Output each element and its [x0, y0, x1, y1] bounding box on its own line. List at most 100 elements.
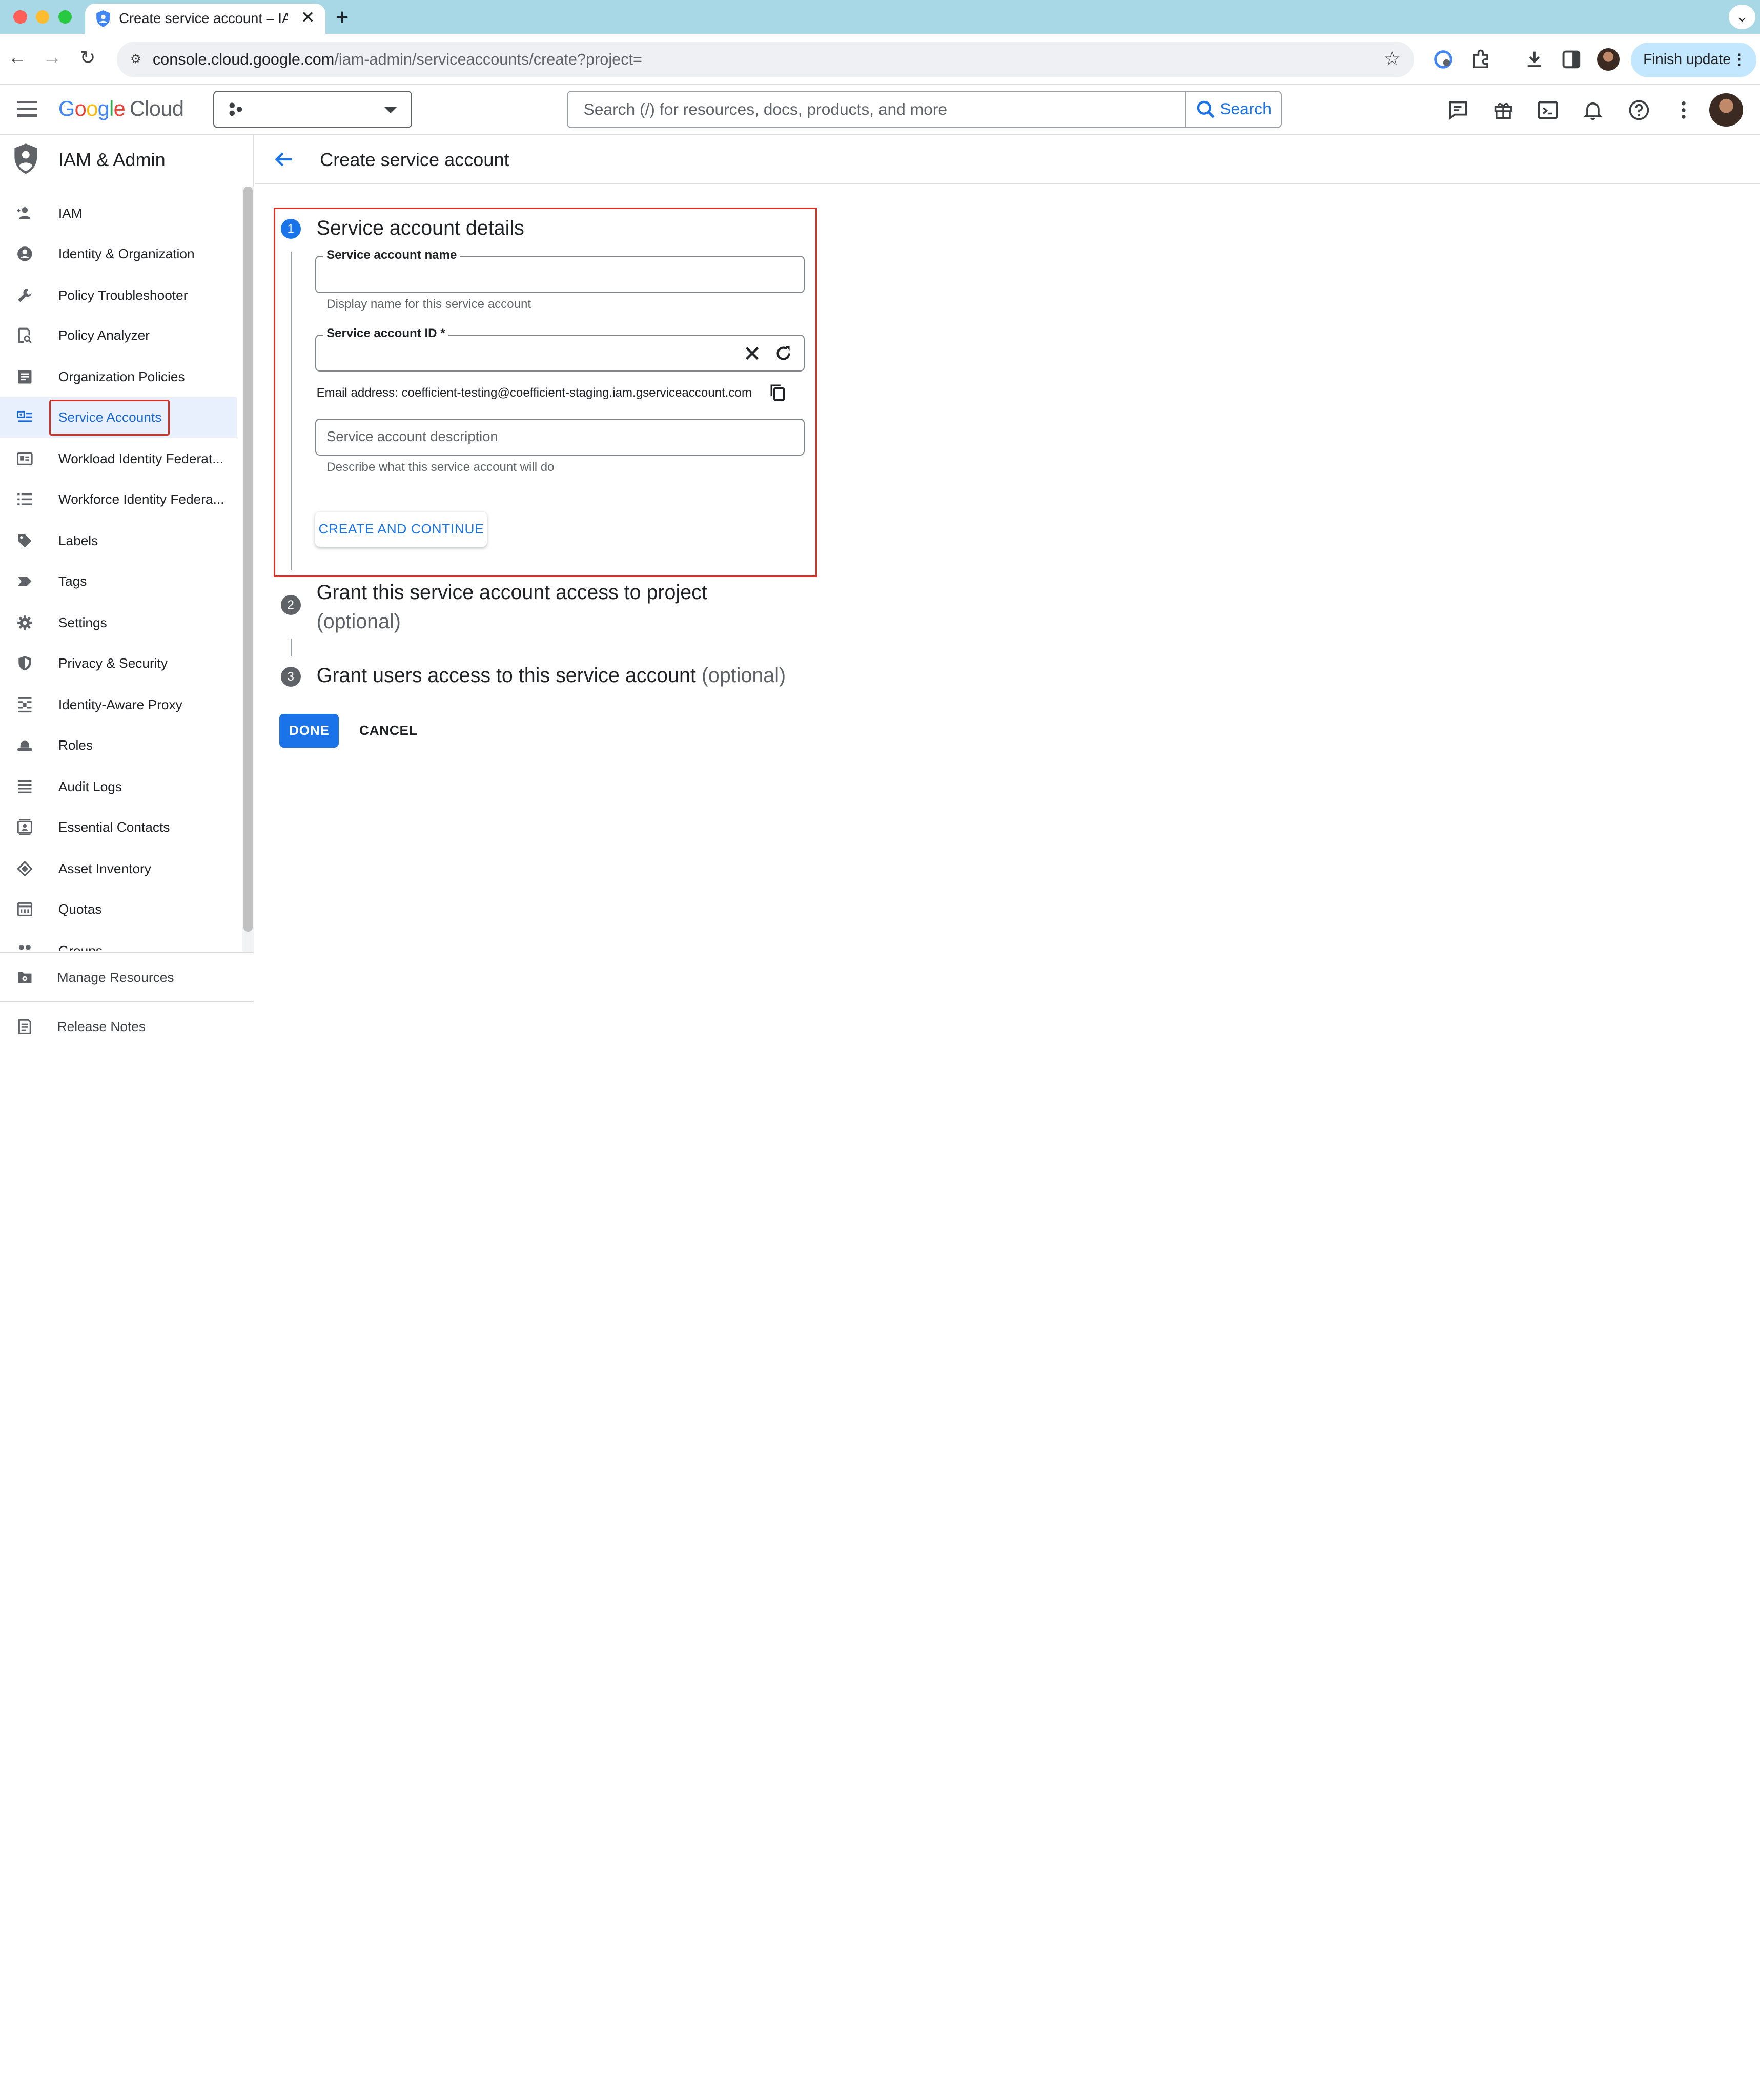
step-1-title: Service account details — [316, 216, 524, 239]
back-arrow-icon[interactable] — [273, 148, 295, 171]
step-3-title[interactable]: Grant users access to this service accou… — [317, 664, 786, 687]
search-button[interactable]: Search — [1185, 91, 1282, 128]
sidebar-item-label: Workload Identity Federat... — [58, 451, 224, 467]
tab-search-icon[interactable]: ⌄ — [1728, 4, 1756, 29]
sidebar-footer-release-notes[interactable]: Release Notes — [0, 1001, 254, 1051]
minimize-window-button[interactable] — [36, 10, 50, 24]
refresh-icon[interactable] — [774, 344, 792, 362]
sidebar-item-groups[interactable]: Groups — [0, 931, 237, 951]
groups-icon — [18, 944, 31, 950]
sidebar-item-label: Audit Logs — [58, 778, 122, 794]
sidebar-item-tags[interactable]: Tags — [0, 561, 237, 602]
close-window-button[interactable] — [13, 10, 27, 24]
service-accounts-highlight — [49, 399, 170, 436]
service-account-description-input[interactable] — [326, 428, 731, 445]
sidebar-item-privacy-security[interactable]: Privacy & Security — [0, 643, 237, 684]
service-account-name-field[interactable]: Service account name — [315, 248, 805, 293]
sidebar-item-policy-troubleshooter[interactable]: Policy Troubleshooter — [0, 275, 237, 316]
sidebar-item-identity-organization[interactable]: Identity & Organization — [0, 234, 237, 274]
step-2-optional: (optional) — [316, 610, 401, 633]
finish-update-button[interactable]: Finish update ⋮ — [1631, 43, 1757, 78]
search-input[interactable] — [583, 99, 1168, 119]
more-vert-icon[interactable] — [1672, 99, 1695, 121]
service-account-id-input[interactable] — [326, 344, 731, 361]
help-icon[interactable] — [1628, 99, 1650, 121]
sidebar-footer-label: Release Notes — [57, 1019, 146, 1035]
sidebar-item-policy-analyzer[interactable]: Policy Analyzer — [0, 315, 237, 356]
sidebar-scrollbar-thumb[interactable] — [243, 186, 253, 932]
search-icon — [1197, 100, 1215, 118]
service-account-name-label: Service account name — [323, 248, 460, 262]
create-and-continue-button[interactable]: CREATE AND CONTINUE — [315, 511, 487, 547]
browser-tab[interactable]: Create service account – IAM ✕ — [85, 3, 326, 34]
sidebar-item-workload-identity[interactable]: Workload Identity Federat... — [0, 439, 237, 479]
site-info-icon[interactable]: ⚙ — [126, 49, 146, 69]
url-text: console.cloud.google.com/iam-admin/servi… — [153, 51, 642, 69]
service-account-icon — [16, 411, 32, 422]
step-connector — [291, 639, 292, 657]
puzzle-extensions-icon[interactable] — [1469, 48, 1492, 71]
feedback-icon[interactable] — [1447, 99, 1469, 121]
sidebar-item-roles[interactable]: Roles — [0, 725, 237, 766]
account-circle-icon — [17, 246, 32, 261]
service-account-name-input[interactable] — [326, 265, 731, 282]
sidebar-footer-label: Manage Resources — [57, 969, 174, 985]
clear-icon[interactable] — [743, 344, 761, 362]
browser-toolbar: ← → ↻ ⚙ console.cloud.google.com/iam-adm… — [0, 33, 1760, 86]
step-3-number: 3 — [280, 666, 301, 687]
sidebar-item-asset-inventory[interactable]: Asset Inventory — [0, 849, 237, 889]
shield-icon — [18, 656, 31, 671]
step-2-title[interactable]: Grant this service account access to pro… — [317, 578, 766, 636]
forward-icon[interactable]: → — [43, 46, 62, 68]
sidebar-item-identity-aware-proxy[interactable]: Identity-Aware Proxy — [0, 685, 237, 725]
gift-icon[interactable] — [1492, 99, 1515, 121]
sidebar-footer-manage-resources[interactable]: Manage Resources — [0, 952, 254, 1001]
sidebar-item-quotas[interactable]: Quotas — [0, 889, 237, 929]
project-icon — [229, 102, 242, 116]
sidebar-item-settings[interactable]: Settings — [0, 603, 237, 643]
label-arrow-icon — [18, 577, 32, 586]
service-account-id-field[interactable]: Service account ID * — [315, 326, 805, 372]
hamburger-menu-icon[interactable] — [16, 101, 37, 117]
sidebar-item-label: Groups — [58, 942, 103, 951]
url-path: /iam-admin/serviceaccounts/create?projec… — [334, 50, 642, 68]
contacts-icon — [17, 819, 32, 835]
project-picker[interactable] — [213, 91, 412, 128]
address-bar[interactable]: ⚙ console.cloud.google.com/iam-admin/ser… — [116, 42, 1415, 78]
calendar-icon — [17, 902, 32, 916]
proxy-icon — [18, 697, 32, 713]
new-tab-icon[interactable]: + — [336, 5, 349, 30]
sidebar-item-labels[interactable]: Labels — [0, 521, 237, 561]
more-vert-icon[interactable]: ⋮ — [1732, 43, 1746, 77]
page-title: Create service account — [320, 149, 509, 171]
sidebar-item-essential-contacts[interactable]: Essential Contacts — [0, 807, 237, 848]
profile-avatar[interactable] — [1597, 48, 1620, 71]
done-button[interactable]: DONE — [279, 713, 339, 748]
sidebar-item-iam[interactable]: IAM — [0, 193, 237, 234]
sidebar-item-workforce-identity[interactable]: Workforce Identity Federa... — [0, 479, 237, 520]
service-account-description-field[interactable] — [315, 418, 805, 456]
hat-icon — [17, 740, 32, 751]
sidebar-item-label: Labels — [58, 533, 98, 549]
sidebar-item-organization-policies[interactable]: Organization Policies — [0, 357, 237, 397]
tab-close-icon[interactable]: ✕ — [301, 8, 315, 27]
sidebar-item-audit-logs[interactable]: Audit Logs — [0, 767, 237, 807]
list-document-icon — [18, 370, 32, 384]
bookmark-star-icon[interactable]: ☆ — [1384, 47, 1401, 70]
cloud-shell-icon[interactable] — [1537, 99, 1559, 121]
reload-icon[interactable]: ↻ — [79, 46, 95, 69]
account-avatar[interactable] — [1709, 93, 1744, 127]
notifications-icon[interactable] — [1582, 99, 1604, 121]
tab-title: Create service account – IAM — [119, 10, 288, 26]
cancel-button[interactable]: CANCEL — [353, 714, 424, 748]
google-cloud-logo[interactable]: Google Cloud — [58, 96, 184, 121]
back-icon[interactable]: ← — [8, 46, 27, 68]
sidebar-item-label: Tags — [58, 573, 87, 589]
side-panel-icon[interactable] — [1560, 48, 1583, 71]
maximize-window-button[interactable] — [58, 10, 72, 24]
download-icon[interactable] — [1523, 48, 1546, 71]
extension-g-icon[interactable] — [1432, 48, 1455, 71]
search-field[interactable] — [566, 91, 1186, 128]
page: Create service account – IAM ✕ + ⌄ ← → ↻… — [0, 0, 1760, 1051]
copy-icon[interactable] — [770, 384, 786, 402]
